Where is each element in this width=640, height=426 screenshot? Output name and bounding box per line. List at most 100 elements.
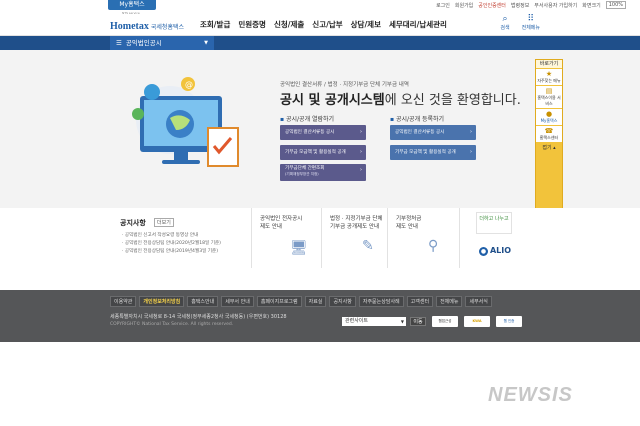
list-item[interactable]: · 공익법인 전용상담팀 안내(2019년4월3일 기준) bbox=[122, 248, 221, 256]
top-utility-bar: My홈택스 로그인 회원가입 공인인증센터 법령정보 부서사용자 가입하기 화면… bbox=[0, 0, 640, 10]
star-icon: ★ bbox=[545, 70, 553, 78]
list-item[interactable]: · 공익법인 전용상담팀 안내(2020년2월18일 기준) bbox=[122, 240, 221, 248]
header-icons: ⌕ 검색 ⠿ 전체메뉴 bbox=[500, 14, 540, 31]
monitor-illustration: @ bbox=[132, 77, 239, 167]
alio-logo-icon: ● bbox=[478, 247, 488, 256]
notice-panel: 공지사항 더보기 · 공익법인 신고서 작성요령 동영상 안내 · 공익법인 전… bbox=[112, 208, 252, 268]
cert-center-link[interactable]: 공인인증센터 bbox=[478, 2, 506, 9]
section-menu-dropdown[interactable]: ☰ 공익법인공시 ▼ bbox=[110, 36, 214, 50]
arrow-right-icon: › bbox=[360, 149, 362, 155]
footer-links: 이용약관 개인정보처리방침 홈택스안내 세무서 안내 홈페이지프로그램 자료실 공지사항 자주… bbox=[110, 296, 492, 307]
accessibility-badge: 웹접근성 bbox=[432, 316, 458, 327]
footer: 이용약관 개인정보처리방침 홈택스안내 세무서 안내 홈페이지프로그램 자료실 공지사항 자주… bbox=[0, 290, 640, 342]
caret-down-icon: ▼ bbox=[400, 319, 404, 324]
footer-link[interactable]: 이용약관 bbox=[110, 296, 137, 307]
zoom-control[interactable]: 100% bbox=[605, 1, 626, 9]
card-donation-disclosure[interactable]: 법정 · 지정기부금 단체 기부금 공개제도 안내 ✎ bbox=[322, 208, 388, 268]
quick-my-hometax[interactable]: ● My홈택스 bbox=[536, 109, 562, 125]
register-section-title: ▪ 공시/공개 등록하기 bbox=[390, 116, 445, 123]
dept-user-link[interactable]: 부서사용자 가입하기 bbox=[534, 2, 577, 9]
sharing-banner[interactable]: 더하고 나누고 bbox=[476, 212, 512, 234]
footer-link[interactable]: 공지사항 bbox=[329, 296, 356, 307]
phone-icon: ☎ bbox=[544, 127, 554, 135]
footer-link[interactable]: 세무서 안내 bbox=[221, 296, 254, 307]
view-donation-button[interactable]: 기부금 모금액 및 활용실적 공개 › bbox=[280, 145, 366, 160]
footer-link[interactable]: 자주묻는상담사례 bbox=[358, 296, 404, 307]
footer-link[interactable]: 세무서식 bbox=[465, 296, 492, 307]
card-e-disclosure[interactable]: 공익법인 전자공시 제도 안내 🖥 bbox=[252, 208, 322, 268]
notice-list: · 공익법인 신고서 작성요령 동영상 안내 · 공익법인 전용상담팀 안내(2… bbox=[122, 232, 221, 256]
quick-hometax-service[interactable]: ▤ 홈택스이용 서비스 bbox=[536, 86, 562, 108]
register-donation-button[interactable]: 기부금 모금액 및 활용실적 공개 › bbox=[390, 145, 476, 160]
logo-tagline: NTS service bbox=[122, 11, 140, 15]
monitor-icon: 🖥 bbox=[290, 240, 308, 256]
quick-frequent-menu[interactable]: ★ 자주찾는 메뉴 bbox=[536, 69, 562, 85]
svg-text:@: @ bbox=[185, 80, 193, 89]
all-menu-label: 전체메뉴 bbox=[521, 25, 540, 31]
monitor-neck bbox=[174, 152, 188, 160]
nav-tax-agent[interactable]: 세무대리/납세관리 bbox=[389, 19, 447, 30]
web-cert-badge: 웹 인증 bbox=[496, 316, 522, 327]
hamburger-icon: ☰ bbox=[116, 39, 122, 47]
card-political-fund[interactable]: 기부정처금 제도 안내 ⚲ bbox=[388, 208, 460, 268]
map-pin-icon: ⚲ bbox=[428, 238, 439, 254]
card-line1: 법정 · 지정기부금 단체 bbox=[330, 216, 383, 222]
signup-link[interactable]: 회원가입 bbox=[455, 2, 473, 9]
footer-link[interactable]: 자료실 bbox=[304, 296, 327, 307]
footer-address: 세종특별자치시 국세청로 8-14 국세청(정부세종2청사 국세청동) (우편번… bbox=[110, 314, 287, 320]
all-menu-button[interactable]: ⠿ 전체메뉴 bbox=[522, 14, 540, 31]
register-disclosure-button[interactable]: 공익법인 결산서류등 공시 › bbox=[390, 125, 476, 140]
document-icon: ▤ bbox=[545, 87, 553, 95]
sub-navigation-bar: ☰ 공익법인공시 ▼ bbox=[0, 36, 640, 50]
quick-hometax-center[interactable]: ☎ 홈택스센터 bbox=[536, 126, 562, 142]
nav-apply-submit[interactable]: 신청/제출 bbox=[274, 19, 304, 30]
nav-report-pay[interactable]: 신고/납부 bbox=[312, 19, 342, 30]
welcome-title-rest: 에 오신 것을 환영합니다. bbox=[384, 93, 521, 108]
hometax-logo[interactable]: NTS service Hometax 국세청홈택스 bbox=[110, 11, 192, 32]
login-link[interactable]: 로그인 bbox=[436, 2, 450, 9]
view-disclosure-button[interactable]: 공익법인 결산서류등 공시 › bbox=[280, 125, 366, 140]
arrow-right-icon: › bbox=[470, 149, 472, 155]
related-site-select[interactable]: 관련사이트 ▼ bbox=[342, 317, 406, 326]
cert-badges: 웹접근성 KWA 웹 인증 bbox=[432, 316, 522, 327]
screen-size-label: 화면크기 bbox=[582, 2, 601, 9]
search-button[interactable]: ⌕ 검색 bbox=[500, 14, 509, 31]
logo-main: Hometax bbox=[110, 21, 149, 32]
header: NTS service Hometax 국세청홈택스 조회/발급 민원증명 신청/… bbox=[0, 10, 640, 36]
donation-org-lookup-button[interactable]: 기부금단체 간편조회 (기획재정부장관 지정) › bbox=[280, 164, 366, 181]
collapse-button[interactable]: 접기 ▴ bbox=[536, 144, 562, 151]
nav-certificate[interactable]: 민원증명 bbox=[238, 19, 266, 30]
footer-link[interactable]: 홈택스안내 bbox=[187, 296, 219, 307]
list-item[interactable]: · 공익법인 신고서 작성요령 동영상 안내 bbox=[122, 232, 221, 240]
nav-consult[interactable]: 상담/제보 bbox=[351, 19, 381, 30]
arrow-right-icon: › bbox=[360, 167, 362, 173]
utility-links: 로그인 회원가입 공인인증센터 법령정보 부서사용자 가입하기 화면크기 100… bbox=[436, 1, 626, 9]
card-line1: 기부정처금 bbox=[396, 216, 422, 222]
alio-banner[interactable]: ● ALIO bbox=[476, 242, 514, 260]
footer-link[interactable]: 전체메뉴 bbox=[436, 296, 463, 307]
welcome-title-bold: 공시 및 공개시스템 bbox=[280, 93, 385, 108]
law-info-link[interactable]: 법령정보 bbox=[511, 2, 529, 9]
card-line2: 제도 안내 bbox=[260, 223, 282, 230]
external-banners: 더하고 나누고 ● ALIO bbox=[460, 208, 526, 268]
caret-down-icon: ▼ bbox=[204, 40, 208, 46]
grid-icon: ⠿ bbox=[527, 14, 535, 24]
notice-more-button[interactable]: 더보기 bbox=[154, 218, 174, 227]
logo-sub: 국세청홈택스 bbox=[150, 24, 185, 31]
arrow-right-icon: › bbox=[470, 129, 472, 135]
nav-inquiry-issue[interactable]: 조회/발급 bbox=[200, 19, 230, 30]
main-nav: 조회/발급 민원증명 신청/제출 신고/납부 상담/제보 세무대리/납세관리 bbox=[200, 19, 447, 30]
monitor-stand bbox=[162, 160, 200, 164]
footer-link[interactable]: 홈페이지프로그램 bbox=[256, 296, 302, 307]
my-hometax-tab[interactable]: My홈택스 bbox=[108, 0, 156, 10]
card-line1: 공익법인 전자공시 bbox=[260, 216, 303, 222]
chevron-up-icon: ▴ bbox=[553, 145, 556, 151]
user-icon: ● bbox=[545, 110, 553, 118]
go-button[interactable]: 이동 bbox=[410, 317, 426, 326]
card-line2: 기부금 공개제도 안내 bbox=[330, 223, 380, 230]
bubble-clover bbox=[132, 108, 144, 120]
footer-link[interactable]: 고객센터 bbox=[406, 296, 434, 307]
arrow-right-icon: › bbox=[360, 129, 362, 135]
search-label: 검색 bbox=[500, 25, 510, 31]
footer-link[interactable]: 개인정보처리방침 bbox=[139, 296, 185, 307]
